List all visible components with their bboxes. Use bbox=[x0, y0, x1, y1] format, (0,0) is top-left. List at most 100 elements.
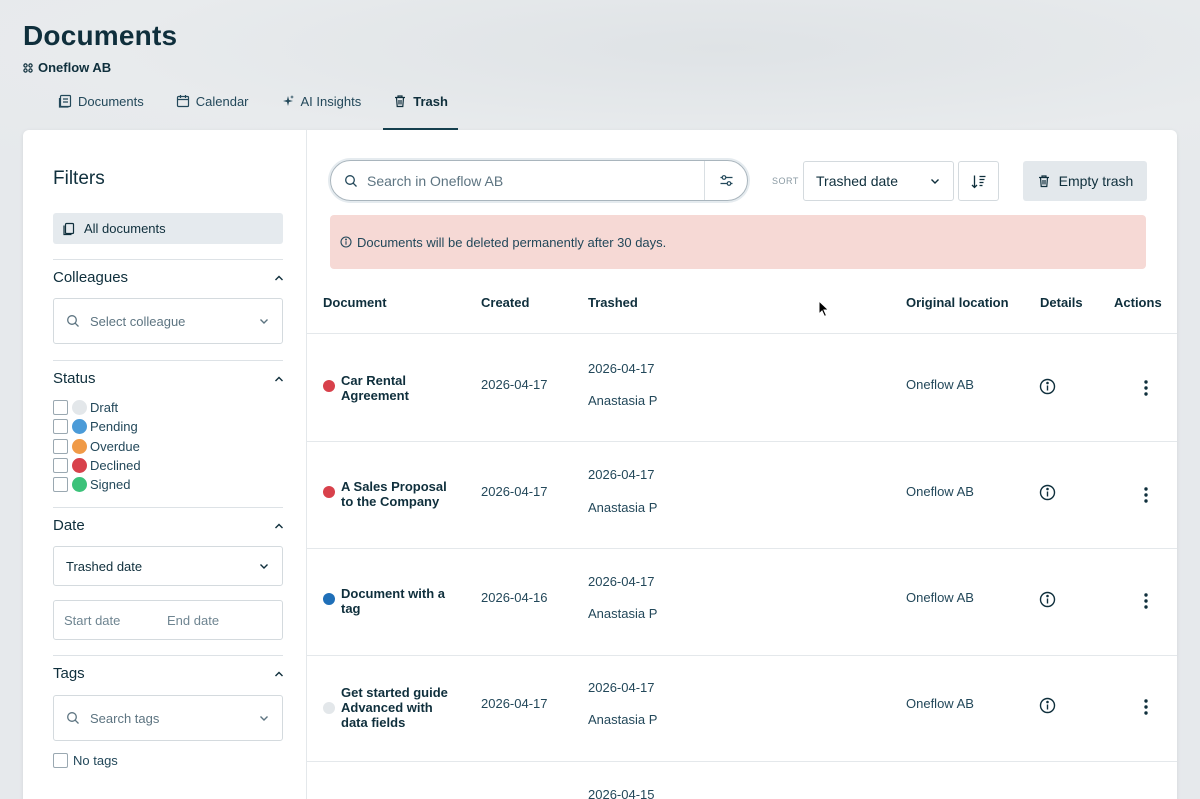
more-actions-icon[interactable] bbox=[1144, 699, 1148, 715]
tags-search-placeholder: Search tags bbox=[90, 710, 160, 726]
table-row[interactable]: Get started guide Advanced with data fie… bbox=[307, 655, 1177, 762]
filters-title: Filters bbox=[53, 168, 105, 189]
chevron-up-icon bbox=[275, 275, 283, 280]
status-option-draft[interactable]: Draft bbox=[53, 398, 141, 417]
created-date: 2026-04-16 bbox=[481, 590, 548, 605]
tab-documents-label: Documents bbox=[78, 93, 144, 109]
tags-search-select[interactable]: Search tags bbox=[53, 695, 283, 741]
info-icon[interactable] bbox=[1039, 591, 1056, 608]
document-cell[interactable]: A Sales Proposal to the Company bbox=[323, 479, 459, 509]
header-created[interactable]: Created bbox=[481, 295, 529, 310]
date-section-header[interactable]: Date bbox=[53, 517, 285, 534]
search-placeholder: Search in Oneflow AB bbox=[367, 172, 504, 189]
document-cell[interactable]: Document with a tag bbox=[323, 586, 459, 616]
info-icon[interactable] bbox=[1039, 378, 1056, 395]
mouse-cursor-icon bbox=[818, 300, 830, 318]
table-row[interactable]: Car Rental Agreement 2026-04-17 2026-04-… bbox=[307, 335, 1177, 442]
divider bbox=[53, 360, 283, 361]
trashed-date: 2026-04-17 bbox=[588, 680, 655, 695]
search-input[interactable]: Search in Oneflow AB bbox=[330, 160, 748, 201]
original-location: Oneflow AB bbox=[906, 377, 974, 392]
empty-trash-button[interactable]: Empty trash bbox=[1023, 161, 1147, 201]
more-actions-icon[interactable] bbox=[1144, 487, 1148, 503]
status-label: Draft bbox=[90, 400, 119, 416]
date-type-value: Trashed date bbox=[66, 558, 143, 574]
original-location: Oneflow AB bbox=[906, 484, 974, 499]
no-tags-checkbox[interactable] bbox=[53, 753, 68, 768]
search-filters-button[interactable] bbox=[705, 173, 747, 188]
divider bbox=[53, 655, 283, 656]
status-checkbox[interactable] bbox=[53, 477, 68, 493]
table-row[interactable]: 2026-04-15 bbox=[307, 762, 1177, 799]
status-dot bbox=[323, 486, 335, 498]
document-name[interactable]: A Sales Proposal to the Company bbox=[341, 479, 459, 509]
no-tags-option[interactable]: No tags bbox=[53, 753, 118, 768]
info-icon[interactable] bbox=[1039, 697, 1056, 714]
search-icon bbox=[67, 712, 79, 724]
trashed-by: Anastasia P bbox=[588, 393, 658, 408]
original-location: Oneflow AB bbox=[906, 590, 974, 605]
status-dot bbox=[72, 400, 87, 416]
header-document[interactable]: Document bbox=[323, 295, 387, 310]
sort-direction-button[interactable] bbox=[958, 161, 999, 201]
colleagues-section-header[interactable]: Colleagues bbox=[53, 269, 285, 286]
tags-title: Tags bbox=[53, 665, 85, 682]
status-dot bbox=[72, 477, 87, 493]
sliders-icon bbox=[720, 175, 732, 186]
trashed-date: 2026-04-15 bbox=[588, 787, 655, 799]
created-date: 2026-04-17 bbox=[481, 696, 548, 711]
status-option-signed[interactable]: Signed bbox=[53, 475, 141, 494]
workspace-name: Oneflow AB bbox=[38, 60, 112, 75]
sort-select[interactable]: Trashed date bbox=[803, 161, 954, 201]
tab-documents[interactable]: Documents bbox=[48, 84, 154, 118]
header-trashed[interactable]: Trashed bbox=[588, 295, 638, 310]
status-checkbox[interactable] bbox=[53, 400, 68, 416]
document-name[interactable]: Car Rental Agreement bbox=[341, 373, 459, 403]
tags-section-header[interactable]: Tags bbox=[53, 665, 285, 682]
more-actions-icon[interactable] bbox=[1144, 593, 1148, 609]
status-label: Declined bbox=[90, 458, 141, 474]
document-cell[interactable]: Get started guide Advanced with data fie… bbox=[323, 685, 459, 730]
status-checkbox[interactable] bbox=[53, 458, 68, 474]
document-name[interactable]: Get started guide Advanced with data fie… bbox=[341, 685, 459, 730]
search-icon bbox=[67, 315, 79, 327]
created-date: 2026-04-17 bbox=[481, 377, 548, 392]
header-actions: Actions bbox=[1114, 295, 1162, 310]
tab-bar: Documents Calendar AI Insights Trash bbox=[48, 84, 470, 130]
status-checkbox[interactable] bbox=[53, 438, 68, 454]
all-documents-button[interactable]: All documents bbox=[53, 213, 283, 244]
no-tags-label: No tags bbox=[73, 753, 118, 768]
status-section-header[interactable]: Status bbox=[53, 370, 285, 387]
status-option-declined[interactable]: Declined bbox=[53, 456, 141, 475]
header-original-location[interactable]: Original location bbox=[906, 295, 1009, 310]
colleague-select[interactable]: Select colleague bbox=[53, 298, 283, 344]
table-row[interactable]: Document with a tag 2026-04-16 2026-04-1… bbox=[307, 549, 1177, 656]
start-date-input[interactable]: Start date bbox=[54, 613, 157, 628]
document-cell[interactable]: Car Rental Agreement bbox=[323, 373, 459, 403]
date-type-select[interactable]: Trashed date bbox=[53, 546, 283, 586]
divider bbox=[53, 507, 283, 508]
tab-calendar[interactable]: Calendar bbox=[166, 84, 259, 118]
chevron-up-icon bbox=[275, 523, 283, 528]
table-header: Document Created Trashed Original locati… bbox=[307, 280, 1177, 334]
status-dot bbox=[323, 380, 335, 392]
more-actions-icon[interactable] bbox=[1144, 380, 1148, 396]
tab-ai-insights[interactable]: AI Insights bbox=[271, 84, 372, 118]
table-row[interactable]: A Sales Proposal to the Company 2026-04-… bbox=[307, 442, 1177, 549]
info-icon[interactable] bbox=[1039, 484, 1056, 501]
documents-icon bbox=[58, 94, 72, 108]
divider bbox=[53, 259, 283, 260]
end-date-input[interactable]: End date bbox=[157, 613, 260, 628]
document-name[interactable]: Document with a tag bbox=[341, 586, 459, 616]
status-title: Status bbox=[53, 370, 96, 387]
status-checkbox[interactable] bbox=[53, 419, 68, 435]
status-option-pending[interactable]: Pending bbox=[53, 417, 141, 436]
sort-select-value: Trashed date bbox=[816, 173, 898, 189]
status-option-overdue[interactable]: Overdue bbox=[53, 437, 141, 456]
status-dot bbox=[323, 702, 335, 714]
tab-trash[interactable]: Trash bbox=[383, 84, 458, 130]
chevron-down-icon bbox=[260, 319, 268, 324]
date-range-field[interactable]: Start date End date bbox=[53, 600, 283, 640]
colleagues-title: Colleagues bbox=[53, 269, 129, 286]
sort-label: SORT bbox=[772, 176, 799, 186]
